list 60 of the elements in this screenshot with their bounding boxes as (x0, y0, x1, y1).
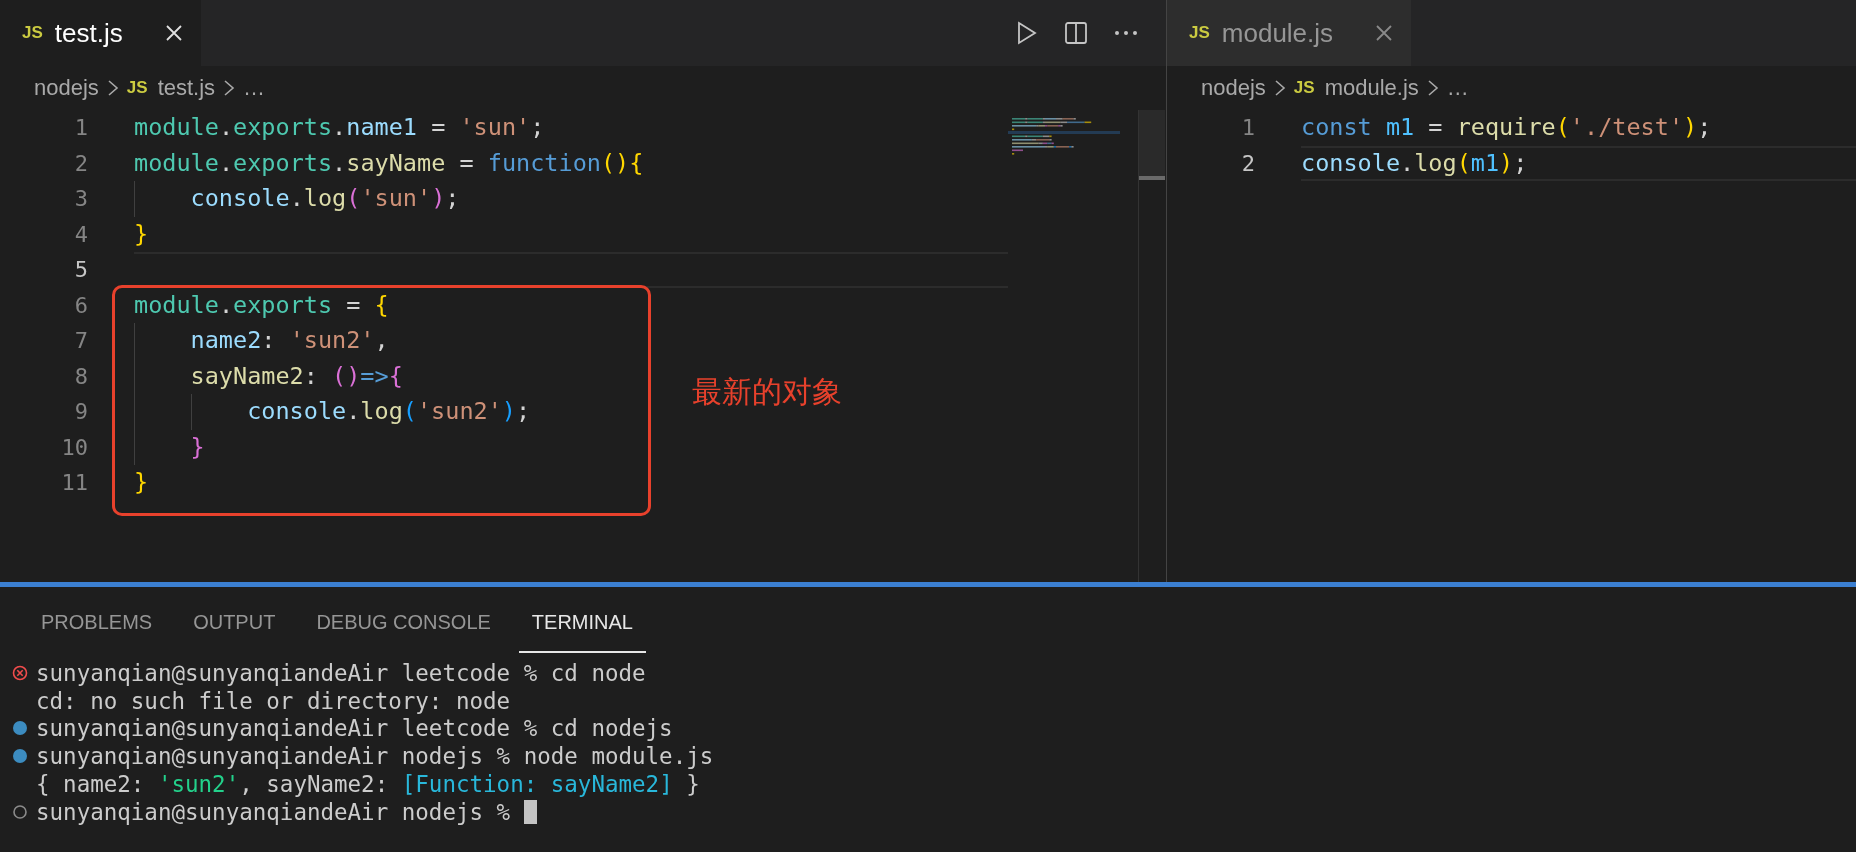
status-circle-icon (12, 803, 28, 820)
line-number: 10 (60, 433, 88, 462)
breadcrumb-folder[interactable]: nodejs (34, 75, 99, 101)
line-number: 2 (1240, 149, 1255, 178)
chevron-icon (223, 79, 236, 97)
line-number: 9 (73, 398, 88, 426)
panel-tab[interactable]: TERMINAL (518, 593, 646, 653)
breadcrumb-file[interactable]: JS test.js (126, 75, 216, 101)
line-number: 11 (60, 469, 88, 497)
line-number: 6 (73, 291, 88, 320)
line-number: 3 (73, 185, 88, 213)
play-icon[interactable] (1016, 21, 1038, 45)
panel-tab[interactable]: DEBUG CONSOLE (303, 593, 504, 653)
code-line: } (134, 429, 1008, 465)
js-file-icon: JS (126, 78, 148, 98)
terminal-line: cd: no such file or directory: node (36, 687, 511, 714)
chevron-icon (1273, 79, 1286, 97)
scrollbar-thumb[interactable] (1139, 110, 1165, 180)
breadcrumb-more[interactable]: … (1446, 75, 1469, 101)
terminal-line: sunyanqian@sunyanqiandeAir leetcode % cd nodejs (36, 715, 673, 742)
status-dot (12, 720, 28, 737)
code-line: console.log(m1); (1301, 148, 1528, 177)
terminal-line: sunyanqian@sunyanqiandeAir nodejs % node module.js (36, 743, 714, 770)
editor-tab[interactable]: JS module.js (1167, 0, 1413, 66)
code-line: module.exports.sayName = function(){ (134, 147, 645, 179)
panel-tab[interactable]: OUTPUT (180, 593, 289, 653)
js-file-icon: JS (22, 23, 43, 43)
js-file-icon: JS (1293, 78, 1315, 98)
code-line: module.exports.name1 = 'sun'; (134, 112, 546, 143)
line-number: 2 (73, 149, 88, 178)
code-line: console.log('sun'); (134, 181, 1008, 217)
line-number: 5 (73, 256, 88, 284)
breadcrumb-label: module.js (1324, 75, 1419, 101)
terminal-line: sunyanqian@sunyanqiandeAir leetcode % cd node (36, 659, 646, 686)
line-number: 4 (73, 220, 88, 249)
code-line: name2: 'sun2', (134, 323, 1008, 359)
line-number: 1 (1240, 114, 1255, 142)
split-editor-icon[interactable] (1064, 21, 1088, 45)
line-number: 8 (73, 362, 88, 391)
chevron-icon (106, 79, 119, 97)
terminal-line: { name2: 'sun2', sayName2: [Function: sayName2] } (36, 771, 700, 798)
panel-tab[interactable]: PROBLEMS (28, 593, 166, 653)
line-number: 7 (73, 327, 88, 355)
js-file-icon: JS (1189, 23, 1210, 43)
more-icon[interactable] (1114, 30, 1138, 36)
terminal-line: sunyanqian@sunyanqiandeAir nodejs % (36, 798, 511, 825)
breadcrumb-folder[interactable]: nodejs (1201, 75, 1266, 101)
code-line: const m1 = require('./test'); (1301, 112, 1713, 143)
breadcrumb-label: test.js (157, 75, 216, 101)
line-number: 1 (73, 114, 88, 142)
code-line: } (134, 467, 150, 498)
breadcrumb-file[interactable]: JS module.js (1293, 75, 1419, 101)
status-dot (12, 748, 28, 765)
breadcrumb-more[interactable]: … (243, 75, 266, 101)
editor-tab[interactable]: JS test.js (0, 0, 202, 66)
error-icon (12, 664, 28, 681)
close-icon[interactable] (164, 24, 183, 42)
code-line: } (134, 218, 150, 250)
chevron-icon (1426, 79, 1439, 97)
code-line: module.exports = { (134, 289, 390, 321)
